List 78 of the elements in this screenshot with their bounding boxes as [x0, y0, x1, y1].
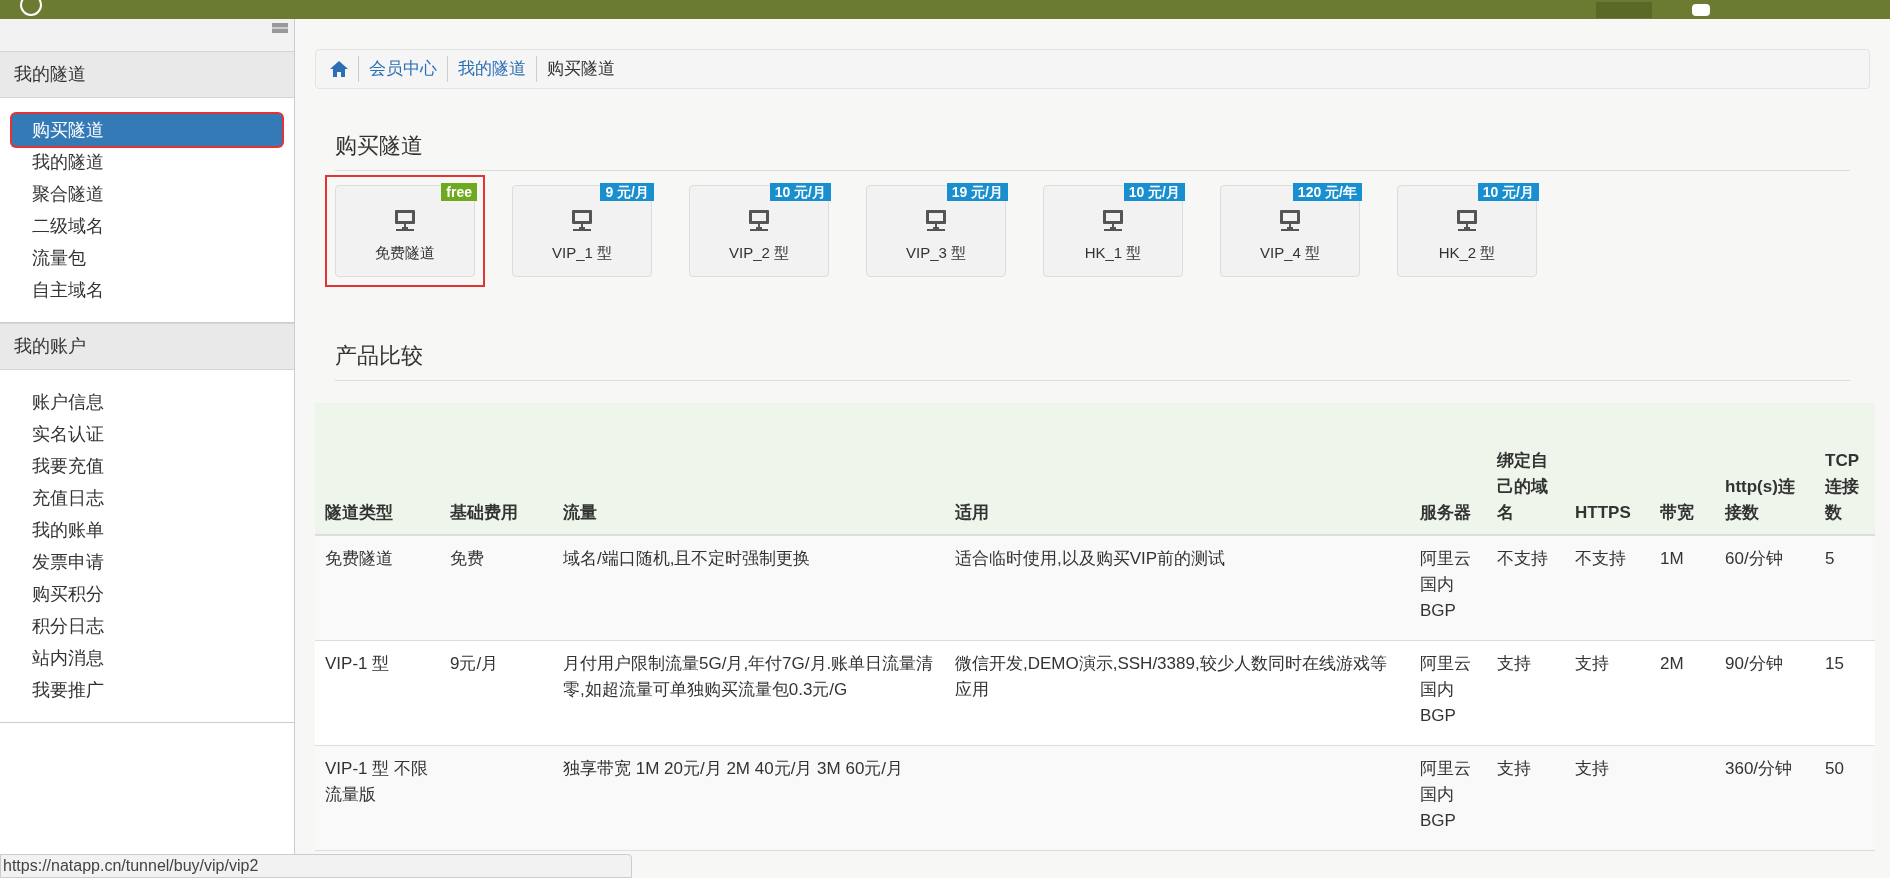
- monitor-icon: [1100, 207, 1126, 234]
- table-cell: 阿里云国内BGP: [1420, 654, 1471, 725]
- column-header: http(s)连接数: [1723, 476, 1796, 524]
- price-badge: 10 元/月: [1123, 183, 1185, 201]
- table-cell: 阿里云国内BGP: [1420, 759, 1471, 830]
- breadcrumb-link[interactable]: 会员中心: [358, 56, 437, 82]
- sidebar-item[interactable]: 发票申请: [12, 546, 282, 578]
- column-header: 流量: [562, 502, 598, 524]
- table-cell: 免费: [450, 549, 484, 568]
- table-cell: 15: [1825, 654, 1844, 673]
- sidebar-item[interactable]: 购买隧道: [12, 114, 282, 146]
- column-header: 适用: [954, 502, 990, 524]
- account-icon[interactable]: [1692, 3, 1710, 16]
- table-cell: 不支持: [1497, 549, 1548, 568]
- table-cell: VIP-1 型 不限流量版: [325, 759, 428, 804]
- sidebar-item[interactable]: 充值日志: [12, 482, 282, 514]
- column-header: TCP连接数: [1824, 450, 1860, 524]
- price-badge: 19 元/月: [946, 183, 1008, 201]
- table-cell: 阿里云国内BGP: [1420, 549, 1471, 620]
- sidebar-item[interactable]: 我要充值: [12, 450, 282, 482]
- table-cell: 月付用户限制流量5G/月,年付7G/月.账单日流量清零,如超流量可单独购买流量包0.3元/G: [563, 654, 934, 699]
- section-heading: 产品比较: [335, 343, 423, 368]
- sidebar-item[interactable]: 积分日志: [12, 610, 282, 642]
- column-header: 基础费用: [449, 502, 519, 524]
- column-header: 绑定自己的域名: [1496, 450, 1549, 524]
- column-header: 带宽: [1659, 502, 1695, 524]
- table-cell: 60/分钟: [1725, 549, 1783, 568]
- monitor-icon: [1277, 207, 1303, 234]
- table-cell: VIP-1 型: [325, 654, 390, 673]
- sidebar-item[interactable]: 二级域名: [12, 210, 282, 242]
- sidebar-item[interactable]: 流量包: [12, 242, 282, 274]
- table-cell: 域名/端口随机,且不定时强制更换: [563, 549, 811, 568]
- logo-icon: [20, 0, 42, 16]
- section-heading: 购买隧道: [335, 133, 423, 158]
- table-cell: 支持: [1497, 759, 1531, 778]
- price-badge: free: [441, 183, 477, 201]
- table-cell: 支持: [1497, 654, 1531, 673]
- sidebar-item[interactable]: 自主域名: [12, 274, 282, 306]
- section-header: 我的隧道: [0, 51, 294, 98]
- table-cell: 支持: [1575, 654, 1609, 673]
- table-cell: 不支持: [1575, 549, 1626, 568]
- price-badge: 9 元/月: [600, 183, 654, 201]
- price-badge: 120 元/年: [1292, 183, 1362, 201]
- table-cell: 适合临时使用,以及购买VIP前的测试: [955, 549, 1226, 568]
- section-header: 我的账户: [0, 323, 294, 370]
- monitor-icon: [392, 207, 418, 234]
- monitor-icon: [569, 207, 595, 234]
- table-cell: 5: [1825, 549, 1835, 568]
- column-header: 服务器: [1419, 502, 1472, 524]
- monitor-icon: [1454, 207, 1480, 234]
- table-cell: 9元/月: [450, 654, 499, 673]
- table-cell: 2M: [1660, 654, 1684, 673]
- sidebar-item[interactable]: 购买积分: [12, 578, 282, 610]
- column-header: HTTPS: [1574, 502, 1632, 524]
- sidebar-item[interactable]: 实名认证: [12, 418, 282, 450]
- table-cell: 1M: [1660, 549, 1684, 568]
- price-badge: 10 元/月: [1477, 183, 1539, 201]
- table-cell: 独享带宽 1M 20元/月 2M 40元/月 3M 60元/月: [563, 759, 904, 778]
- sidebar-item[interactable]: 我要推广: [12, 674, 282, 706]
- table-cell: 90/分钟: [1725, 654, 1783, 673]
- column-header: 隧道类型: [324, 502, 394, 524]
- table-cell: 免费隧道: [325, 549, 393, 568]
- status-url: https://natapp.cn/tunnel/buy/vip/vip2: [0, 854, 632, 878]
- sidebar-item[interactable]: 站内消息: [12, 642, 282, 674]
- table-cell: 微信开发,DEMO演示,SSH/3389,较少人数同时在线游戏等应用: [955, 654, 1387, 699]
- monitor-icon: [923, 207, 949, 234]
- sidebar-item[interactable]: 我的账单: [12, 514, 282, 546]
- sidebar-item[interactable]: 聚合隧道: [12, 178, 282, 210]
- sidebar-item[interactable]: 我的隧道: [12, 146, 282, 178]
- breadcrumb-current: 购买隧道: [536, 56, 615, 82]
- table-cell: 360/分钟: [1725, 759, 1793, 778]
- table-cell: 支持: [1575, 759, 1609, 778]
- sidebar-item[interactable]: 账户信息: [12, 386, 282, 418]
- monitor-icon: [746, 207, 772, 234]
- breadcrumb-link[interactable]: 我的隧道: [447, 56, 526, 82]
- price-badge: 10 元/月: [769, 183, 831, 201]
- home-icon[interactable]: [330, 61, 348, 77]
- table-cell: 50: [1825, 759, 1844, 778]
